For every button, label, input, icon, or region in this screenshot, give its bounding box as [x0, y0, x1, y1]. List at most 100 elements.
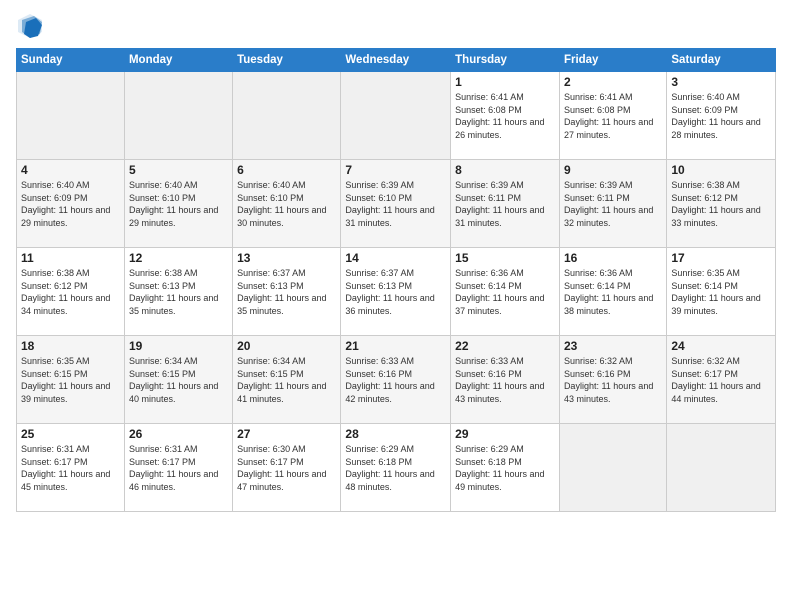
day-number: 16 [564, 251, 662, 265]
calendar-cell: 20 Sunrise: 6:34 AM Sunset: 6:15 PM Dayli… [233, 336, 341, 424]
day-number: 22 [455, 339, 555, 353]
calendar-cell: 16 Sunrise: 6:36 AM Sunset: 6:14 PM Dayli… [559, 248, 666, 336]
calendar-cell: 8 Sunrise: 6:39 AM Sunset: 6:11 PM Daylig… [451, 160, 560, 248]
day-info: Sunrise: 6:29 AM Sunset: 6:18 PM Dayligh… [455, 443, 555, 493]
col-header-monday: Monday [124, 49, 232, 72]
calendar-cell: 26 Sunrise: 6:31 AM Sunset: 6:17 PM Dayli… [124, 424, 232, 512]
day-info: Sunrise: 6:34 AM Sunset: 6:15 PM Dayligh… [237, 355, 336, 405]
day-number: 9 [564, 163, 662, 177]
logo-icon [16, 12, 44, 40]
calendar-cell: 11 Sunrise: 6:38 AM Sunset: 6:12 PM Dayli… [17, 248, 125, 336]
calendar-cell: 18 Sunrise: 6:35 AM Sunset: 6:15 PM Dayli… [17, 336, 125, 424]
col-header-wednesday: Wednesday [341, 49, 451, 72]
col-header-saturday: Saturday [667, 49, 776, 72]
day-number: 26 [129, 427, 228, 441]
calendar-cell: 22 Sunrise: 6:33 AM Sunset: 6:16 PM Dayli… [451, 336, 560, 424]
day-number: 18 [21, 339, 120, 353]
day-number: 23 [564, 339, 662, 353]
header [16, 12, 776, 40]
day-info: Sunrise: 6:41 AM Sunset: 6:08 PM Dayligh… [455, 91, 555, 141]
day-number: 29 [455, 427, 555, 441]
calendar-week-5: 25 Sunrise: 6:31 AM Sunset: 6:17 PM Dayli… [17, 424, 776, 512]
day-info: Sunrise: 6:38 AM Sunset: 6:12 PM Dayligh… [21, 267, 120, 317]
calendar-cell: 14 Sunrise: 6:37 AM Sunset: 6:13 PM Dayli… [341, 248, 451, 336]
day-info: Sunrise: 6:38 AM Sunset: 6:13 PM Dayligh… [129, 267, 228, 317]
day-info: Sunrise: 6:39 AM Sunset: 6:11 PM Dayligh… [564, 179, 662, 229]
day-number: 8 [455, 163, 555, 177]
calendar-cell: 2 Sunrise: 6:41 AM Sunset: 6:08 PM Daylig… [559, 72, 666, 160]
calendar-cell: 21 Sunrise: 6:33 AM Sunset: 6:16 PM Dayli… [341, 336, 451, 424]
day-info: Sunrise: 6:33 AM Sunset: 6:16 PM Dayligh… [455, 355, 555, 405]
day-info: Sunrise: 6:36 AM Sunset: 6:14 PM Dayligh… [564, 267, 662, 317]
day-number: 24 [671, 339, 771, 353]
calendar-cell: 12Sunrise: 6:38 AM Sunset: 6:13 PM Dayli… [124, 248, 232, 336]
calendar-cell [667, 424, 776, 512]
calendar-cell: 17 Sunrise: 6:35 AM Sunset: 6:14 PM Dayli… [667, 248, 776, 336]
calendar-header-row: SundayMondayTuesdayWednesdayThursdayFrid… [17, 49, 776, 72]
day-info: Sunrise: 6:35 AM Sunset: 6:15 PM Dayligh… [21, 355, 120, 405]
col-header-tuesday: Tuesday [233, 49, 341, 72]
calendar-cell: 6 Sunrise: 6:40 AM Sunset: 6:10 PM Daylig… [233, 160, 341, 248]
day-info: Sunrise: 6:35 AM Sunset: 6:14 PM Dayligh… [671, 267, 771, 317]
day-number: 15 [455, 251, 555, 265]
calendar-cell: 1 Sunrise: 6:41 AM Sunset: 6:08 PM Daylig… [451, 72, 560, 160]
day-info: Sunrise: 6:30 AM Sunset: 6:17 PM Dayligh… [237, 443, 336, 493]
day-number: 25 [21, 427, 120, 441]
day-number: 10 [671, 163, 771, 177]
day-number: 14 [345, 251, 446, 265]
calendar-page: SundayMondayTuesdayWednesdayThursdayFrid… [0, 0, 792, 612]
calendar-week-3: 11 Sunrise: 6:38 AM Sunset: 6:12 PM Dayli… [17, 248, 776, 336]
calendar-cell: 23 Sunrise: 6:32 AM Sunset: 6:16 PM Dayli… [559, 336, 666, 424]
day-info: Sunrise: 6:40 AM Sunset: 6:09 PM Dayligh… [671, 91, 771, 141]
day-number: 6 [237, 163, 336, 177]
day-info: Sunrise: 6:39 AM Sunset: 6:11 PM Dayligh… [455, 179, 555, 229]
day-info: Sunrise: 6:29 AM Sunset: 6:18 PM Dayligh… [345, 443, 446, 493]
calendar-cell [17, 72, 125, 160]
calendar-cell: 4Sunrise: 6:40 AM Sunset: 6:09 PM Daylig… [17, 160, 125, 248]
day-number: 7 [345, 163, 446, 177]
day-number: 27 [237, 427, 336, 441]
calendar-week-4: 18 Sunrise: 6:35 AM Sunset: 6:15 PM Dayli… [17, 336, 776, 424]
col-header-sunday: Sunday [17, 49, 125, 72]
calendar-cell: 25 Sunrise: 6:31 AM Sunset: 6:17 PM Dayli… [17, 424, 125, 512]
day-number: 19 [129, 339, 228, 353]
day-info: Sunrise: 6:37 AM Sunset: 6:13 PM Dayligh… [345, 267, 446, 317]
calendar-cell [559, 424, 666, 512]
calendar-cell: 15 Sunrise: 6:36 AM Sunset: 6:14 PM Dayli… [451, 248, 560, 336]
calendar-cell: 9 Sunrise: 6:39 AM Sunset: 6:11 PM Daylig… [559, 160, 666, 248]
calendar-cell: 10 Sunrise: 6:38 AM Sunset: 6:12 PM Dayli… [667, 160, 776, 248]
calendar-cell: 24 Sunrise: 6:32 AM Sunset: 6:17 PM Dayli… [667, 336, 776, 424]
calendar-week-1: 1 Sunrise: 6:41 AM Sunset: 6:08 PM Daylig… [17, 72, 776, 160]
calendar-cell: 5Sunrise: 6:40 AM Sunset: 6:10 PM Daylig… [124, 160, 232, 248]
day-info: Sunrise: 6:38 AM Sunset: 6:12 PM Dayligh… [671, 179, 771, 229]
calendar-week-2: 4Sunrise: 6:40 AM Sunset: 6:09 PM Daylig… [17, 160, 776, 248]
day-number: 28 [345, 427, 446, 441]
day-info: Sunrise: 6:31 AM Sunset: 6:17 PM Dayligh… [21, 443, 120, 493]
calendar-cell [341, 72, 451, 160]
day-number: 13 [237, 251, 336, 265]
day-number: 2 [564, 75, 662, 89]
day-number: 5 [129, 163, 228, 177]
day-number: 11 [21, 251, 120, 265]
day-info: Sunrise: 6:32 AM Sunset: 6:16 PM Dayligh… [564, 355, 662, 405]
day-info: Sunrise: 6:32 AM Sunset: 6:17 PM Dayligh… [671, 355, 771, 405]
calendar-table: SundayMondayTuesdayWednesdayThursdayFrid… [16, 48, 776, 512]
day-info: Sunrise: 6:36 AM Sunset: 6:14 PM Dayligh… [455, 267, 555, 317]
day-number: 1 [455, 75, 555, 89]
day-number: 3 [671, 75, 771, 89]
day-info: Sunrise: 6:40 AM Sunset: 6:10 PM Dayligh… [237, 179, 336, 229]
day-info: Sunrise: 6:34 AM Sunset: 6:15 PM Dayligh… [129, 355, 228, 405]
calendar-cell: 7Sunrise: 6:39 AM Sunset: 6:10 PM Daylig… [341, 160, 451, 248]
calendar-cell: 29 Sunrise: 6:29 AM Sunset: 6:18 PM Dayli… [451, 424, 560, 512]
day-info: Sunrise: 6:41 AM Sunset: 6:08 PM Dayligh… [564, 91, 662, 141]
day-info: Sunrise: 6:31 AM Sunset: 6:17 PM Dayligh… [129, 443, 228, 493]
day-info: Sunrise: 6:40 AM Sunset: 6:09 PM Dayligh… [21, 179, 120, 229]
calendar-cell: 13Sunrise: 6:37 AM Sunset: 6:13 PM Dayli… [233, 248, 341, 336]
day-number: 21 [345, 339, 446, 353]
calendar-cell: 3 Sunrise: 6:40 AM Sunset: 6:09 PM Daylig… [667, 72, 776, 160]
day-info: Sunrise: 6:33 AM Sunset: 6:16 PM Dayligh… [345, 355, 446, 405]
day-number: 17 [671, 251, 771, 265]
calendar-cell [233, 72, 341, 160]
day-number: 20 [237, 339, 336, 353]
calendar-cell: 28 Sunrise: 6:29 AM Sunset: 6:18 PM Dayli… [341, 424, 451, 512]
